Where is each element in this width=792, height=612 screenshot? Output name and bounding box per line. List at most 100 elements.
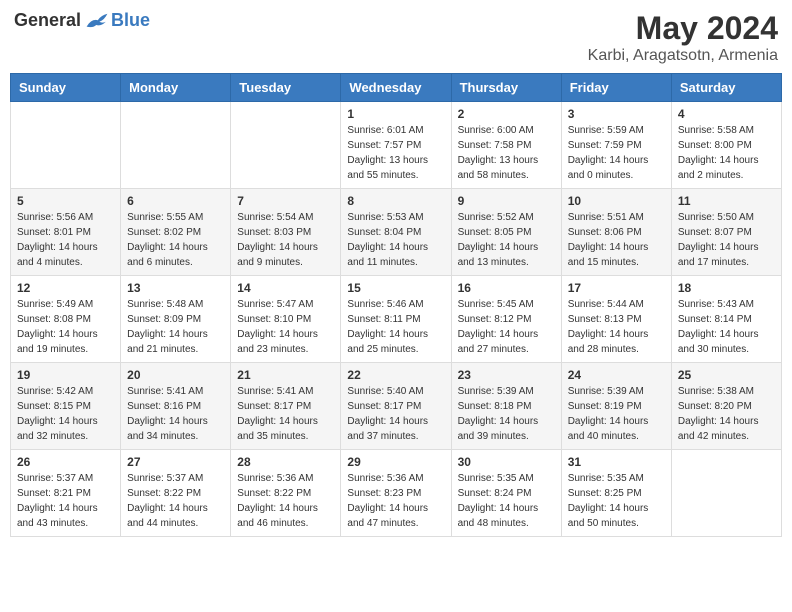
day-number: 11: [678, 194, 775, 208]
calendar-cell: 3 Sunrise: 5:59 AMSunset: 7:59 PMDaylight…: [561, 102, 671, 189]
day-info: Sunrise: 5:42 AMSunset: 8:15 PMDaylight:…: [17, 384, 114, 444]
calendar-cell: 21 Sunrise: 5:41 AMSunset: 8:17 PMDayligh…: [231, 363, 341, 450]
day-info: Sunrise: 5:47 AMSunset: 8:10 PMDaylight:…: [237, 297, 334, 357]
calendar-header-monday: Monday: [121, 74, 231, 102]
calendar-cell: 13Sunrise: 5:48 AMSunset: 8:09 PMDayligh…: [121, 276, 231, 363]
calendar-cell: 25 Sunrise: 5:38 AMSunset: 8:20 PMDayligh…: [671, 363, 781, 450]
day-number: 24: [568, 368, 665, 382]
calendar-cell: 5 Sunrise: 5:56 AMSunset: 8:01 PMDaylight…: [11, 189, 121, 276]
day-info: Sunrise: 5:56 AMSunset: 8:01 PMDaylight:…: [17, 210, 114, 270]
title-section: May 2024 Karbi, Aragatsotn, Armenia: [588, 10, 778, 65]
day-number: 30: [458, 455, 555, 469]
day-info: Sunrise: 5:38 AMSunset: 8:20 PMDaylight:…: [678, 384, 775, 444]
logo-blue-text: Blue: [111, 10, 150, 31]
month-title: May 2024: [588, 10, 778, 47]
calendar-header-friday: Friday: [561, 74, 671, 102]
day-info: Sunrise: 5:43 AMSunset: 8:14 PMDaylight:…: [678, 297, 775, 357]
day-info: Sunrise: 5:44 AMSunset: 8:13 PMDaylight:…: [568, 297, 665, 357]
day-info: Sunrise: 5:37 AMSunset: 8:21 PMDaylight:…: [17, 471, 114, 531]
calendar-cell: 27Sunrise: 5:37 AMSunset: 8:22 PMDayligh…: [121, 450, 231, 537]
day-number: 31: [568, 455, 665, 469]
calendar-cell: [231, 102, 341, 189]
calendar-header-saturday: Saturday: [671, 74, 781, 102]
day-info: Sunrise: 5:41 AMSunset: 8:16 PMDaylight:…: [127, 384, 224, 444]
day-number: 3: [568, 107, 665, 121]
day-number: 25: [678, 368, 775, 382]
calendar-cell: [671, 450, 781, 537]
calendar-cell: 22Sunrise: 5:40 AMSunset: 8:17 PMDayligh…: [341, 363, 451, 450]
calendar-cell: 28Sunrise: 5:36 AMSunset: 8:22 PMDayligh…: [231, 450, 341, 537]
day-number: 14: [237, 281, 334, 295]
calendar-cell: [121, 102, 231, 189]
day-number: 5: [17, 194, 114, 208]
calendar-cell: 14 Sunrise: 5:47 AMSunset: 8:10 PMDayligh…: [231, 276, 341, 363]
day-number: 18: [678, 281, 775, 295]
calendar-cell: 19 Sunrise: 5:42 AMSunset: 8:15 PMDayligh…: [11, 363, 121, 450]
day-info: Sunrise: 5:35 AMSunset: 8:24 PMDaylight:…: [458, 471, 555, 531]
day-number: 21: [237, 368, 334, 382]
day-number: 23: [458, 368, 555, 382]
day-info: Sunrise: 5:39 AMSunset: 8:19 PMDaylight:…: [568, 384, 665, 444]
calendar-cell: 10 Sunrise: 5:51 AMSunset: 8:06 PMDayligh…: [561, 189, 671, 276]
day-info: Sunrise: 5:41 AMSunset: 8:17 PMDaylight:…: [237, 384, 334, 444]
day-number: 1: [347, 107, 444, 121]
day-info: Sunrise: 6:01 AMSunset: 7:57 PMDaylight:…: [347, 123, 444, 183]
calendar-body: 1 Sunrise: 6:01 AMSunset: 7:57 PMDaylight…: [11, 102, 782, 537]
day-number: 26: [17, 455, 114, 469]
day-number: 9: [458, 194, 555, 208]
day-number: 20: [127, 368, 224, 382]
logo: General Blue: [14, 10, 150, 31]
day-info: Sunrise: 5:46 AMSunset: 8:11 PMDaylight:…: [347, 297, 444, 357]
day-number: 4: [678, 107, 775, 121]
calendar-header-row: SundayMondayTuesdayWednesdayThursdayFrid…: [11, 74, 782, 102]
calendar-week-row: 5 Sunrise: 5:56 AMSunset: 8:01 PMDaylight…: [11, 189, 782, 276]
day-info: Sunrise: 5:52 AMSunset: 8:05 PMDaylight:…: [458, 210, 555, 270]
day-info: Sunrise: 5:58 AMSunset: 8:00 PMDaylight:…: [678, 123, 775, 183]
day-info: Sunrise: 5:37 AMSunset: 8:22 PMDaylight:…: [127, 471, 224, 531]
day-info: Sunrise: 5:50 AMSunset: 8:07 PMDaylight:…: [678, 210, 775, 270]
day-info: Sunrise: 5:53 AMSunset: 8:04 PMDaylight:…: [347, 210, 444, 270]
day-number: 19: [17, 368, 114, 382]
day-info: Sunrise: 5:48 AMSunset: 8:09 PMDaylight:…: [127, 297, 224, 357]
day-number: 8: [347, 194, 444, 208]
day-info: Sunrise: 5:54 AMSunset: 8:03 PMDaylight:…: [237, 210, 334, 270]
calendar-cell: 24 Sunrise: 5:39 AMSunset: 8:19 PMDayligh…: [561, 363, 671, 450]
calendar-cell: 7 Sunrise: 5:54 AMSunset: 8:03 PMDaylight…: [231, 189, 341, 276]
calendar-header-thursday: Thursday: [451, 74, 561, 102]
calendar-table: SundayMondayTuesdayWednesdayThursdayFrid…: [10, 73, 782, 537]
day-number: 28: [237, 455, 334, 469]
day-info: Sunrise: 5:35 AMSunset: 8:25 PMDaylight:…: [568, 471, 665, 531]
day-number: 16: [458, 281, 555, 295]
calendar-cell: 12Sunrise: 5:49 AMSunset: 8:08 PMDayligh…: [11, 276, 121, 363]
calendar-cell: 23 Sunrise: 5:39 AMSunset: 8:18 PMDayligh…: [451, 363, 561, 450]
day-info: Sunrise: 5:55 AMSunset: 8:02 PMDaylight:…: [127, 210, 224, 270]
location-title: Karbi, Aragatsotn, Armenia: [588, 47, 778, 65]
calendar-cell: 29Sunrise: 5:36 AMSunset: 8:23 PMDayligh…: [341, 450, 451, 537]
day-info: Sunrise: 5:51 AMSunset: 8:06 PMDaylight:…: [568, 210, 665, 270]
day-number: 17: [568, 281, 665, 295]
day-number: 10: [568, 194, 665, 208]
calendar-cell: 30 Sunrise: 5:35 AMSunset: 8:24 PMDayligh…: [451, 450, 561, 537]
page-header: General Blue May 2024 Karbi, Aragatsotn,…: [10, 10, 782, 65]
calendar-week-row: 19 Sunrise: 5:42 AMSunset: 8:15 PMDayligh…: [11, 363, 782, 450]
day-number: 22: [347, 368, 444, 382]
calendar-cell: 20 Sunrise: 5:41 AMSunset: 8:16 PMDayligh…: [121, 363, 231, 450]
calendar-cell: 2Sunrise: 6:00 AMSunset: 7:58 PMDaylight…: [451, 102, 561, 189]
calendar-cell: 31 Sunrise: 5:35 AMSunset: 8:25 PMDayligh…: [561, 450, 671, 537]
calendar-cell: 15 Sunrise: 5:46 AMSunset: 8:11 PMDayligh…: [341, 276, 451, 363]
day-info: Sunrise: 5:49 AMSunset: 8:08 PMDaylight:…: [17, 297, 114, 357]
calendar-header-tuesday: Tuesday: [231, 74, 341, 102]
day-number: 2: [458, 107, 555, 121]
day-number: 15: [347, 281, 444, 295]
calendar-cell: 11 Sunrise: 5:50 AMSunset: 8:07 PMDayligh…: [671, 189, 781, 276]
day-info: Sunrise: 5:36 AMSunset: 8:23 PMDaylight:…: [347, 471, 444, 531]
day-info: Sunrise: 5:39 AMSunset: 8:18 PMDaylight:…: [458, 384, 555, 444]
day-number: 7: [237, 194, 334, 208]
calendar-cell: 8 Sunrise: 5:53 AMSunset: 8:04 PMDaylight…: [341, 189, 451, 276]
day-info: Sunrise: 5:59 AMSunset: 7:59 PMDaylight:…: [568, 123, 665, 183]
calendar-cell: 18 Sunrise: 5:43 AMSunset: 8:14 PMDayligh…: [671, 276, 781, 363]
calendar-cell: 1 Sunrise: 6:01 AMSunset: 7:57 PMDaylight…: [341, 102, 451, 189]
logo-bird-icon: [85, 11, 109, 31]
calendar-cell: 6Sunrise: 5:55 AMSunset: 8:02 PMDaylight…: [121, 189, 231, 276]
calendar-cell: 16Sunrise: 5:45 AMSunset: 8:12 PMDayligh…: [451, 276, 561, 363]
